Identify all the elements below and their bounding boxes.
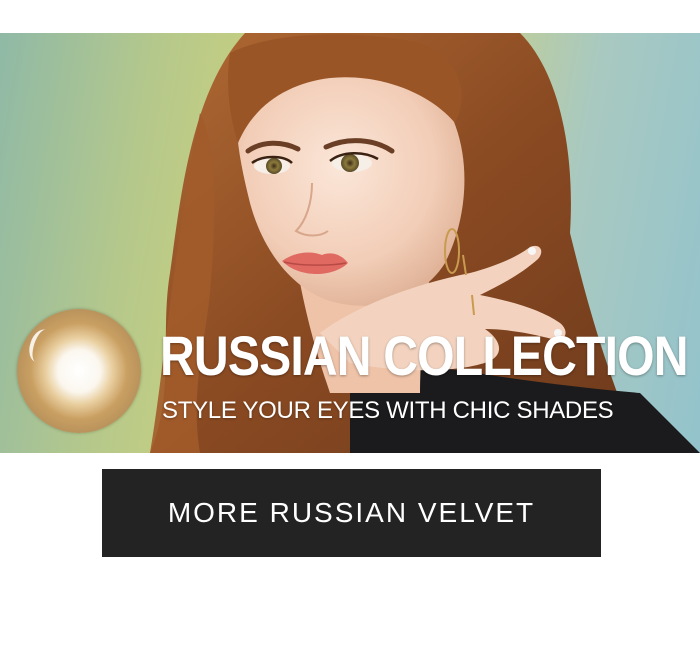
- more-russian-velvet-button[interactable]: MORE RUSSIAN VELVET: [102, 469, 601, 557]
- hero-banner[interactable]: RUSSIAN COLLECTION STYLE YOUR EYES WITH …: [0, 33, 700, 453]
- banner-subline: STYLE YOUR EYES WITH CHIC SHADES: [162, 397, 614, 424]
- banner-headline: RUSSIAN COLLECTION: [160, 324, 689, 387]
- contact-lens-icon: [17, 309, 141, 433]
- lens-glare: [25, 326, 57, 366]
- promo-page: RUSSIAN COLLECTION STYLE YOUR EYES WITH …: [0, 0, 700, 672]
